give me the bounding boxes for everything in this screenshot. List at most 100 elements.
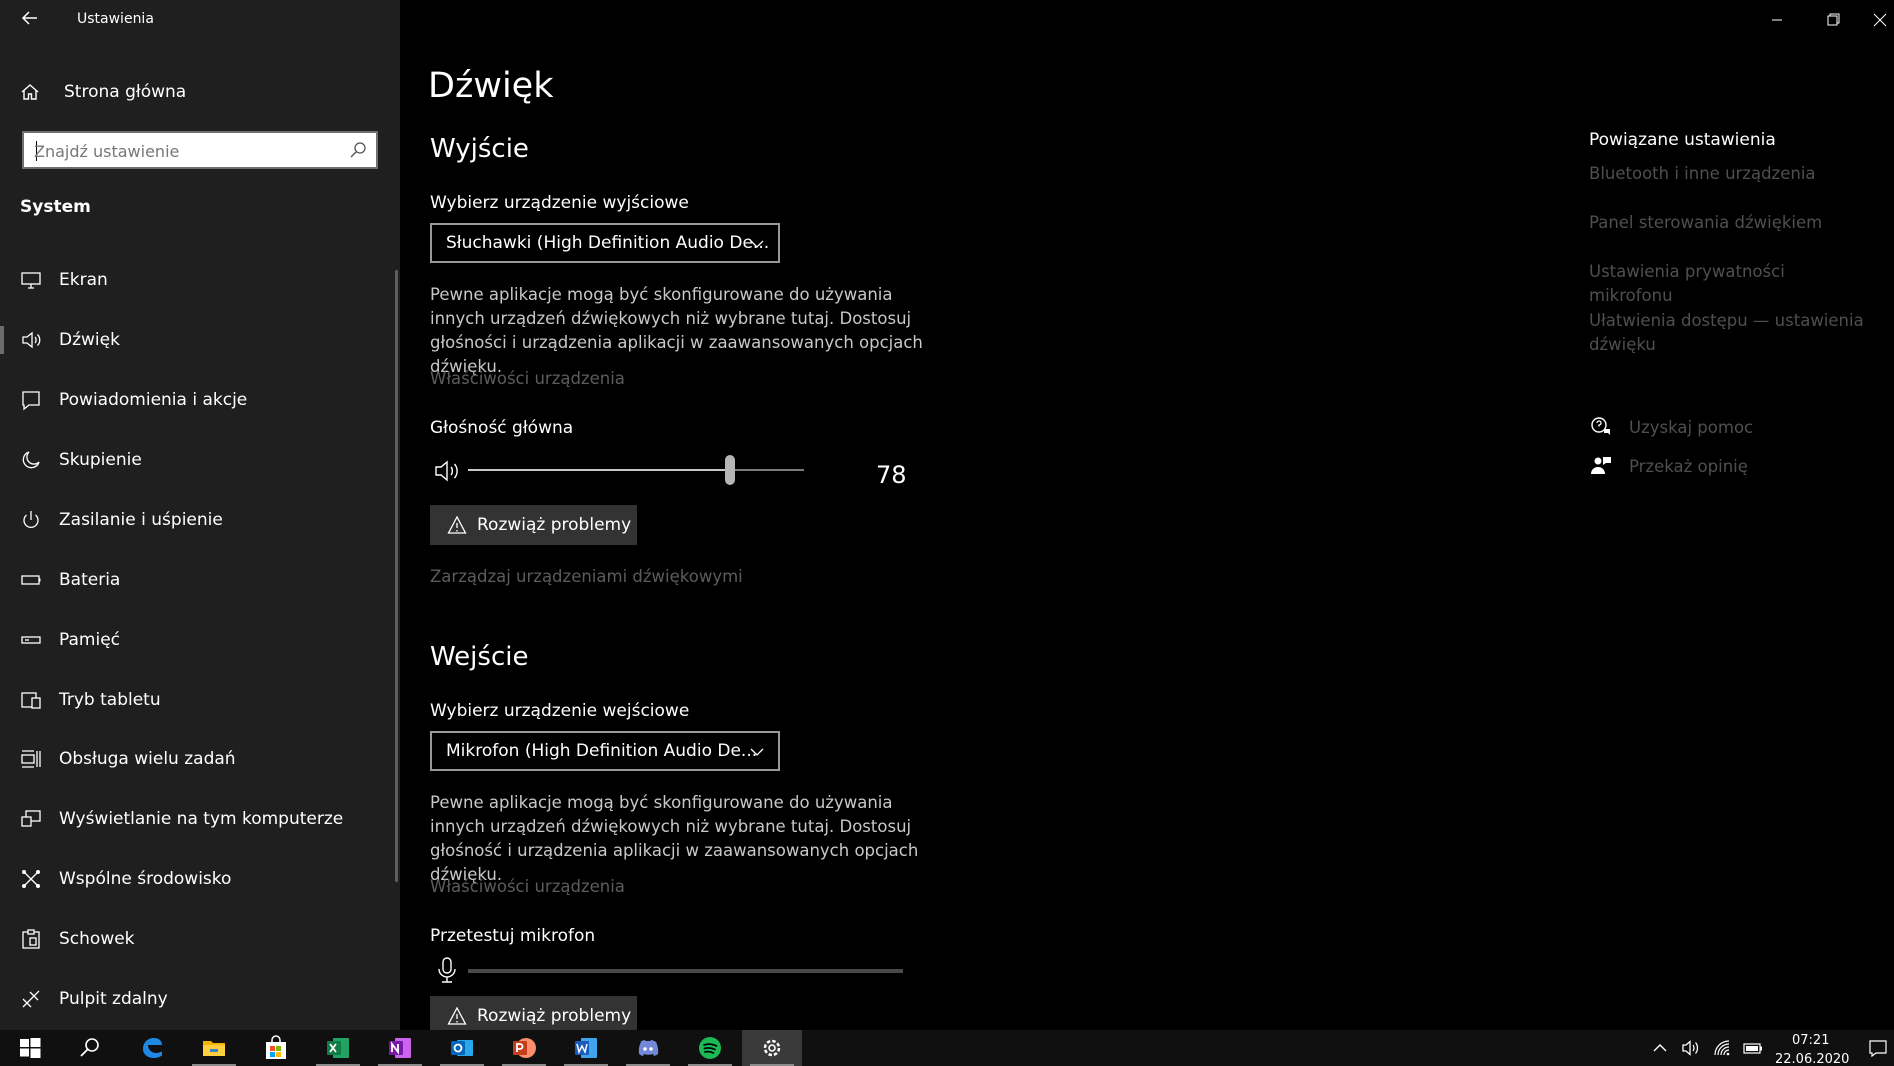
related-link-accessibility[interactable]: Ułatwienia dostępu — ustawienia dźwięku xyxy=(1589,309,1869,357)
search-box[interactable] xyxy=(22,131,378,169)
sidebar-item-pamiec[interactable]: Pamięć xyxy=(0,618,392,662)
chevron-down-icon xyxy=(750,240,764,248)
sidebar-item-powiadomienia[interactable]: Powiadomienia i akcje xyxy=(0,378,392,422)
volume-value: 78 xyxy=(876,461,907,489)
taskbar-settings[interactable] xyxy=(742,1030,802,1066)
sidebar-scrollbar[interactable] xyxy=(395,270,398,882)
chevron-up-icon xyxy=(1653,1044,1667,1052)
input-device-dropdown[interactable]: Mikrofon (High Definition Audio De... xyxy=(430,731,780,771)
sidebar-item-label: Pulpit zdalny xyxy=(59,989,168,1009)
file-explorer-icon xyxy=(203,1041,225,1056)
clock-time[interactable]: 07:21 xyxy=(1792,1033,1829,1048)
feedback-label: Przekaż opinię xyxy=(1629,456,1748,476)
search-icon[interactable] xyxy=(348,140,368,160)
search-input[interactable] xyxy=(34,139,334,163)
sidebar-item-wspolne[interactable]: Wspólne środowisko xyxy=(0,857,392,901)
tray-notifications[interactable] xyxy=(1868,1030,1888,1066)
sidebar-item-label: Tryb tabletu xyxy=(59,690,161,710)
taskbar-powerpoint[interactable] xyxy=(494,1030,554,1066)
related-link-mic-privacy[interactable]: Ustawienia prywatności mikrofonu xyxy=(1589,260,1869,308)
feedback-link[interactable]: Przekaż opinię xyxy=(1589,454,1748,478)
close-icon xyxy=(1873,13,1887,27)
app-title: Ustawienia xyxy=(77,11,154,27)
sidebar-item-wyswietlanie[interactable]: Wyświetlanie na tym komputerze xyxy=(0,797,392,841)
output-device-dropdown[interactable]: Słuchawki (High Definition Audio De... xyxy=(430,223,780,263)
sidebar-item-label: Powiadomienia i akcje xyxy=(59,390,248,410)
taskbar-onenote[interactable] xyxy=(370,1030,430,1066)
feedback-icon xyxy=(1591,457,1611,474)
sidebar-item-dzwiek[interactable]: Dźwięk xyxy=(0,318,392,362)
sidebar: Ustawienia Strona główna System Ekran Dź… xyxy=(0,0,400,1030)
projecting-icon xyxy=(21,810,41,827)
volume-slider-track[interactable] xyxy=(468,469,804,471)
manage-devices-link[interactable]: Zarządzaj urządzeniami dźwiękowymi xyxy=(430,567,743,586)
sidebar-item-zasilanie[interactable]: Zasilanie i uśpienie xyxy=(0,498,392,542)
volume-slider-thumb[interactable] xyxy=(725,455,736,485)
restore-button[interactable] xyxy=(1818,8,1848,32)
speaker-icon[interactable] xyxy=(434,458,462,484)
tray-network[interactable] xyxy=(1712,1030,1732,1066)
taskbar-discord[interactable] xyxy=(618,1030,678,1066)
related-link-bluetooth[interactable]: Bluetooth i inne urządzenia xyxy=(1589,162,1869,186)
sidebar-item-tryb-tabletu[interactable]: Tryb tabletu xyxy=(0,678,392,722)
mic-level-bar xyxy=(468,969,903,973)
taskbar-edge[interactable] xyxy=(122,1030,182,1066)
taskbar-spotify[interactable] xyxy=(680,1030,740,1066)
sidebar-item-label: Ekran xyxy=(59,270,108,290)
powerpoint-icon xyxy=(513,1038,536,1058)
sidebar-item-skupienie[interactable]: Skupienie xyxy=(0,438,392,482)
multitasking-icon xyxy=(21,750,41,768)
remote-desktop-icon xyxy=(22,990,40,1008)
tray-chevron-up[interactable] xyxy=(1650,1030,1670,1066)
start-button[interactable] xyxy=(0,1030,60,1066)
sidebar-item-bateria[interactable]: Bateria xyxy=(0,558,392,602)
related-link-sound-control-panel[interactable]: Panel sterowania dźwiękiem xyxy=(1589,211,1869,235)
tray-volume[interactable] xyxy=(1681,1030,1701,1066)
sidebar-item-pulpit-zdalny[interactable]: Pulpit zdalny xyxy=(0,977,392,1021)
troubleshoot-label: Rozwiąż problemy xyxy=(477,515,632,535)
input-heading: Wejście xyxy=(430,642,529,672)
help-chat-icon xyxy=(1591,417,1610,435)
input-properties-link[interactable]: Właściwości urządzenia xyxy=(430,877,625,896)
sidebar-item-label: Dźwięk xyxy=(59,330,120,350)
section-label: System xyxy=(20,197,91,217)
output-description: Pewne aplikacje mogą być skonfigurowane … xyxy=(430,285,923,376)
sidebar-item-label: Schowek xyxy=(59,929,135,949)
moon-icon xyxy=(22,451,40,469)
taskbar-store[interactable] xyxy=(246,1030,306,1066)
sidebar-item-wiele-zadan[interactable]: Obsługa wielu zadań xyxy=(0,737,392,781)
taskbar-search-button[interactable] xyxy=(60,1030,120,1066)
microphone-icon xyxy=(438,957,456,983)
discord-icon xyxy=(638,1040,659,1056)
home-link[interactable]: Strona główna xyxy=(20,78,186,106)
restore-icon xyxy=(1827,13,1840,26)
word-icon xyxy=(575,1038,597,1058)
storage-icon xyxy=(21,636,41,644)
volume-slider-fill xyxy=(468,469,731,471)
taskbar-outlook[interactable] xyxy=(432,1030,492,1066)
sidebar-item-label: Obsługa wielu zadań xyxy=(59,749,236,769)
get-help-link[interactable]: Uzyskaj pomoc xyxy=(1589,415,1753,439)
battery-icon xyxy=(21,575,41,585)
excel-icon xyxy=(327,1038,349,1058)
tray-battery[interactable] xyxy=(1743,1030,1763,1066)
back-arrow-icon[interactable] xyxy=(18,8,42,32)
taskbar-file-explorer[interactable] xyxy=(184,1030,244,1066)
taskbar-excel[interactable] xyxy=(308,1030,368,1066)
input-device-value: Mikrofon (High Definition Audio De... xyxy=(446,741,758,761)
input-description: Pewne aplikacje mogą być skonfigurowane … xyxy=(430,793,919,884)
output-troubleshoot-button[interactable]: Rozwiąż problemy xyxy=(430,505,637,545)
minimize-button[interactable] xyxy=(1762,8,1792,32)
sidebar-item-label: Skupienie xyxy=(59,450,142,470)
search-icon xyxy=(80,1038,99,1057)
close-button[interactable] xyxy=(1864,8,1894,32)
sidebar-item-label: Wspólne środowisko xyxy=(59,869,232,889)
minimize-icon xyxy=(1772,19,1782,21)
taskbar-word[interactable] xyxy=(556,1030,616,1066)
clock-date[interactable]: 22.06.2020 xyxy=(1775,1052,1849,1066)
notification-icon xyxy=(22,391,40,411)
sidebar-item-ekran[interactable]: Ekran xyxy=(0,258,392,302)
output-properties-link[interactable]: Właściwości urządzenia xyxy=(430,369,625,388)
sidebar-item-schowek[interactable]: Schowek xyxy=(0,917,392,961)
output-heading: Wyjście xyxy=(430,134,529,164)
